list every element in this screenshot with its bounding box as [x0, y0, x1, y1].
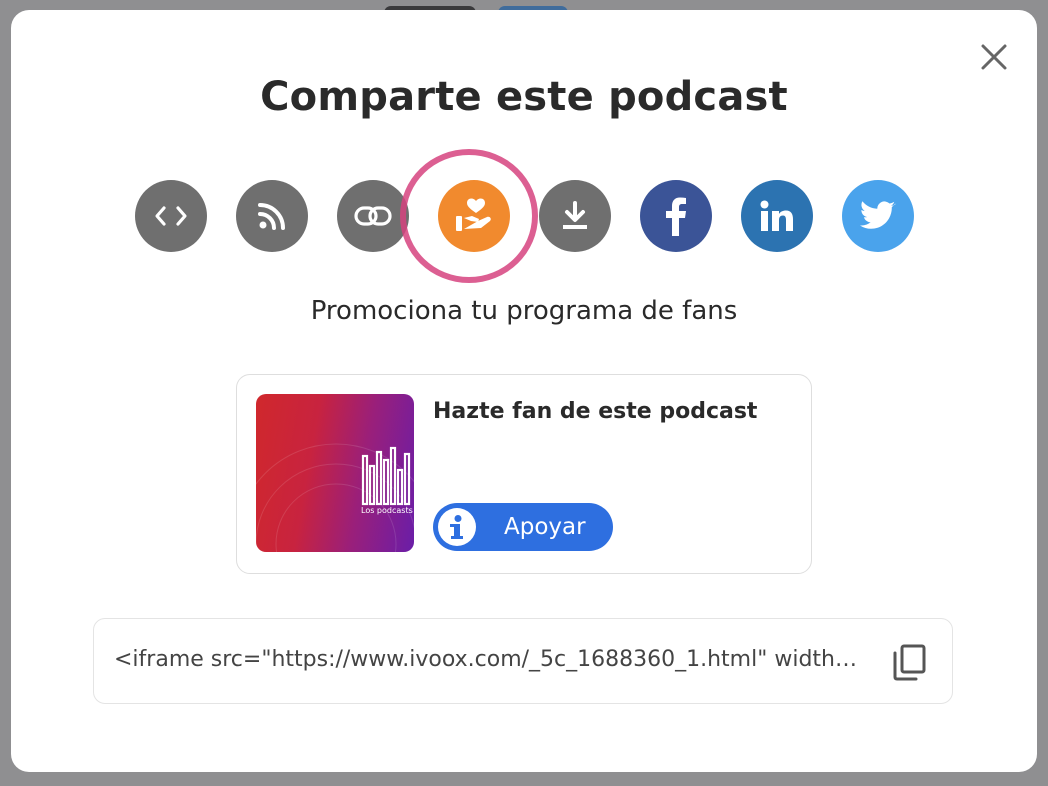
facebook-button[interactable]: [640, 180, 712, 252]
close-button[interactable]: [979, 42, 1009, 72]
code-icon: [155, 206, 187, 226]
hand-heart-icon: [456, 198, 491, 231]
support-label: Apoyar: [504, 514, 586, 540]
info-icon: [438, 508, 476, 546]
twitter-icon: [860, 201, 896, 229]
embed-code-box: <iframe src="https://www.ivoox.com/_5c_1…: [93, 618, 953, 704]
link-button[interactable]: [337, 180, 409, 252]
download-button[interactable]: [539, 180, 611, 252]
fan-card: Los podcasts Hazte fan de este podcast A…: [236, 374, 812, 574]
rss-icon: [258, 203, 285, 230]
fan-card-title: Hazte fan de este podcast: [433, 399, 758, 424]
link-icon: [354, 206, 392, 226]
cover-text: Los podcasts: [361, 506, 413, 515]
close-icon: [981, 44, 1007, 70]
support-button[interactable]: Apoyar: [433, 503, 613, 551]
podcast-cover: Los podcasts: [256, 394, 414, 552]
copy-button[interactable]: [892, 643, 928, 681]
twitter-button[interactable]: [842, 180, 914, 252]
linkedin-icon: [760, 200, 793, 231]
share-subtitle: Promociona tu programa de fans: [310, 296, 738, 326]
share-modal: Comparte este podcast Promociona tu prog…: [11, 10, 1037, 772]
copy-icon: [893, 644, 926, 681]
sound-bars-graphic: [256, 443, 414, 552]
embed-code-button[interactable]: [135, 180, 207, 252]
fans-button[interactable]: [438, 180, 510, 252]
download-icon: [563, 201, 587, 229]
rss-button[interactable]: [236, 180, 308, 252]
linkedin-button[interactable]: [741, 180, 813, 252]
facebook-icon: [666, 197, 686, 236]
embed-code-text[interactable]: <iframe src="https://www.ivoox.com/_5c_1…: [114, 647, 874, 672]
share-options: [135, 149, 914, 283]
modal-title: Comparte este podcast: [260, 74, 788, 120]
